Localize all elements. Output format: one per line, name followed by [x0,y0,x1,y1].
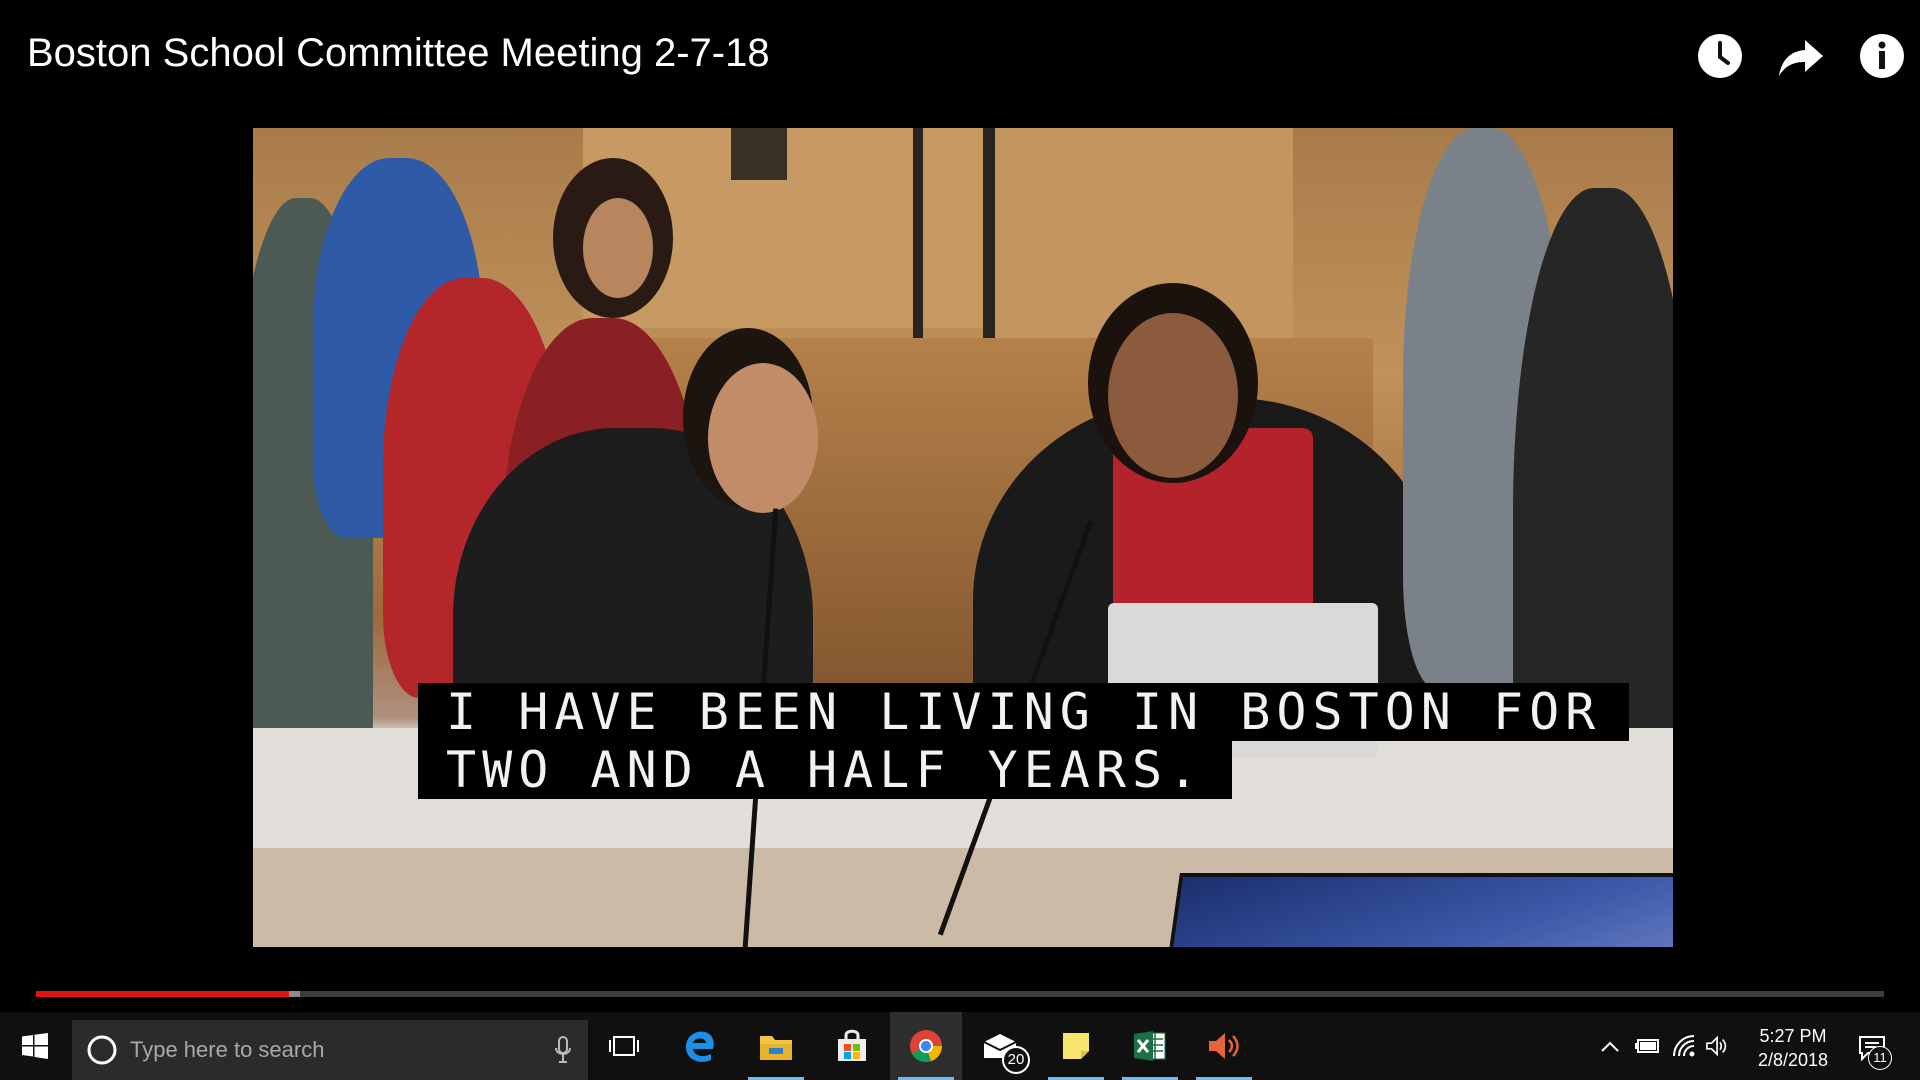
sticky-notes-icon [1063,1033,1089,1059]
caption-line-2: TWO AND A HALF YEARS. [418,741,1233,799]
taskbar-app-sticky-notes[interactable] [1040,1012,1112,1080]
volume-icon [1706,1035,1727,1057]
taskbar-search-box[interactable]: Type here to search [72,1020,588,1080]
chrome-icon [910,1030,942,1063]
show-hidden-icons-button[interactable] [1598,1034,1622,1058]
speaker-man-face [708,363,818,513]
store-icon [838,1029,866,1061]
task-view-button[interactable] [588,1012,660,1080]
volume-button[interactable] [1706,1034,1730,1058]
monitor-screen [1166,873,1673,947]
video-title[interactable]: Boston School Committee Meeting 2-7-18 [27,28,770,78]
speaker-app-icon [1209,1033,1239,1059]
audience-face [583,198,653,298]
share-icon [1779,40,1823,76]
share-button[interactable] [1775,30,1827,82]
taskbar-app-store[interactable] [816,1012,888,1080]
taskbar-app-chrome[interactable] [890,1012,962,1080]
taskbar-app-audio[interactable] [1188,1012,1260,1080]
wall-divider [983,128,995,338]
taskbar-app-edge[interactable] [664,1012,736,1080]
wall-divider [913,128,923,348]
wifi-icon [1673,1035,1695,1057]
caption-line-1: I HAVE BEEN LIVING IN BOSTON FOR [418,683,1630,741]
windows-taskbar: Type here to search 20 5:27 PM 2/8/2018 … [0,1012,1920,1080]
cortana-icon [86,1034,118,1066]
taskbar-clock[interactable]: 5:27 PM 2/8/2018 [1738,1024,1848,1072]
clock-icon [1698,34,1742,78]
video-frame[interactable] [253,128,1673,947]
battery-button[interactable] [1634,1034,1662,1058]
info-button[interactable] [1856,30,1908,82]
notification-count: 11 [1868,1046,1892,1070]
windows-logo-icon [22,1033,48,1059]
task-view-icon [609,1036,639,1056]
progress-played [36,991,290,997]
action-center-button[interactable]: 11 [1852,1028,1892,1070]
clock-time: 5:27 PM [1759,1026,1827,1046]
chevron-up-icon [1601,1041,1619,1052]
edge-icon [686,1031,714,1062]
wall-frame [731,128,787,180]
speaker-woman-face [1108,313,1238,478]
watch-later-button[interactable] [1694,30,1746,82]
mail-badge: 20 [1002,1046,1030,1074]
search-placeholder: Type here to search [130,1037,325,1062]
excel-icon [1134,1031,1166,1061]
taskbar-app-excel[interactable] [1114,1012,1186,1080]
info-icon [1860,34,1904,78]
taskbar-app-file-explorer[interactable] [740,1012,812,1080]
network-button[interactable] [1672,1034,1696,1058]
start-button[interactable] [0,1012,70,1080]
microphone-icon[interactable] [554,1036,572,1064]
battery-icon [1635,1039,1659,1053]
taskbar-app-mail[interactable]: 20 [964,1012,1036,1080]
file-explorer-icon [760,1036,792,1060]
clock-date: 2/8/2018 [1757,1050,1829,1070]
video-progress-bar[interactable] [36,991,1884,997]
